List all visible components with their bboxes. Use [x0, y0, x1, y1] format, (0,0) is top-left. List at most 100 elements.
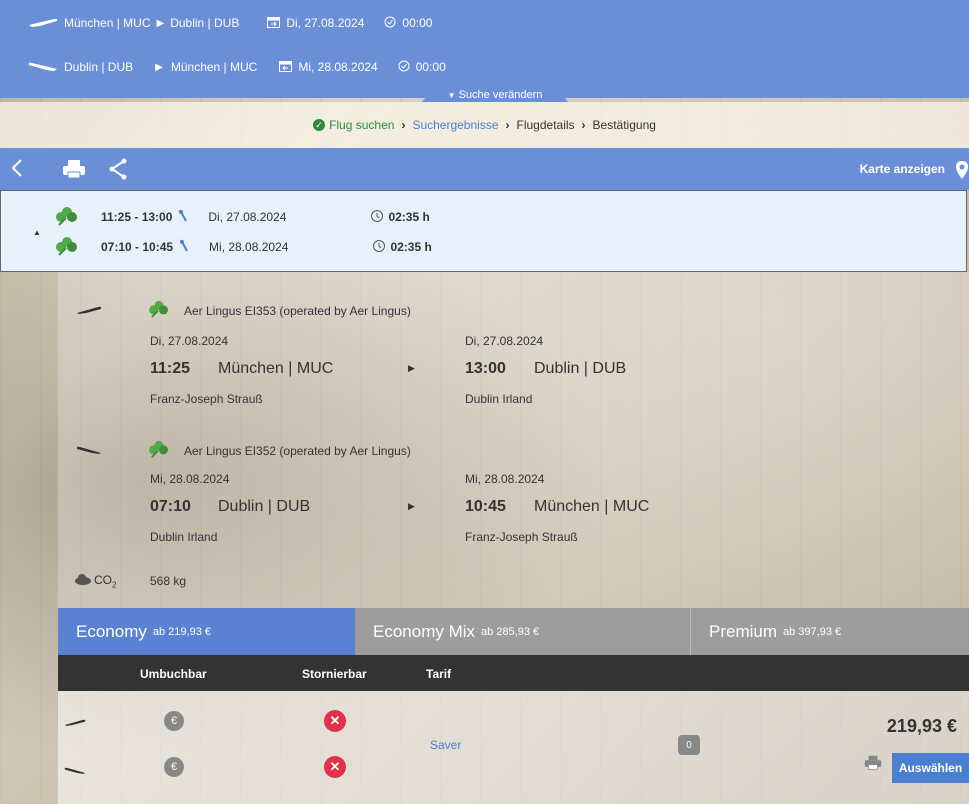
airline-flight: Aer Lingus EI352 (operated by Aer Lingus…	[184, 444, 411, 458]
map-pin-icon[interactable]	[955, 160, 969, 183]
step-results[interactable]: Suchergebnisse	[412, 118, 498, 132]
clock-icon	[384, 16, 396, 31]
baggage-icon: 0	[678, 735, 700, 755]
not-cancellable-icon: ✕	[324, 756, 346, 778]
arrival-airport-name: Franz-Joseph Strauß	[465, 530, 578, 544]
summary-date: Di, 27.08.2024	[208, 210, 287, 224]
pin-icon	[178, 209, 188, 226]
share-icon[interactable]	[108, 158, 128, 183]
plane-departure-icon	[64, 716, 86, 730]
departure-airport-name: Dublin Irland	[150, 530, 218, 544]
tab-economy-mix[interactable]: Economy Mix ab 285,93 €	[355, 608, 690, 655]
fare-tabs: Economy ab 219,93 € Economy Mix ab 285,9…	[58, 608, 969, 655]
tab-price: ab 219,93 €	[152, 625, 211, 638]
select-button[interactable]: Auswählen	[892, 753, 969, 783]
summary-date: Mi, 28.08.2024	[209, 240, 289, 254]
search-outbound-date: Di, 27.08.2024	[286, 16, 365, 30]
shamrock-icon	[55, 236, 79, 259]
tab-price: ab 397,93 €	[783, 625, 842, 638]
pin-icon	[179, 239, 189, 256]
arrival-airport: Dublin | DUB	[534, 360, 627, 377]
chevron-right-icon: ›	[581, 118, 586, 132]
plane-arrival-icon	[64, 764, 86, 778]
arrow-right-icon: ▶	[408, 501, 415, 511]
plane-arrival-icon	[28, 60, 58, 75]
fare-row[interactable]: € € ✕ ✕ Saver 0 219,93 € Auswählen	[58, 691, 969, 804]
step-details: Flugdetails	[516, 118, 575, 132]
arrow-right-icon: ▶	[155, 61, 163, 73]
arrival-date: Di, 27.08.2024	[465, 334, 544, 348]
tab-name: Premium	[709, 621, 778, 641]
search-inbound-to: München | MUC	[170, 60, 258, 74]
calendar-icon	[267, 16, 281, 31]
summary-times: 07:10 - 10:45	[101, 240, 174, 254]
step-search[interactable]: Flug suchen	[329, 118, 394, 132]
co2-label: CO2	[94, 573, 117, 590]
plane-arrival-icon	[76, 444, 102, 458]
departure-date: Di, 27.08.2024	[150, 334, 229, 348]
departure-date: Mi, 28.08.2024	[150, 472, 230, 486]
collapse-icon[interactable]: ▲	[33, 228, 41, 237]
history-icon	[370, 209, 384, 226]
plane-departure-icon	[28, 16, 58, 31]
arrival-date: Mi, 28.08.2024	[465, 472, 545, 486]
flight-details: Aer Lingus EI353 (operated by Aer Lingus…	[58, 272, 969, 608]
summary-row-outbound: 11:25 - 13:00 Di, 27.08.2024 02:35 h	[1, 206, 430, 229]
airline-flight: Aer Lingus EI353 (operated by Aer Lingus…	[184, 304, 411, 318]
fare-price: 219,93 €	[886, 716, 957, 736]
search-outbound-from: München | MUC	[64, 16, 151, 30]
euro-icon: €	[164, 711, 184, 731]
search-inbound-row: Dublin | DUB ▶ München | MUC Mi, 28.08.2…	[0, 50, 446, 84]
change-search-button[interactable]: ▼ Suche verändern	[422, 88, 568, 102]
departure-airport-name: Franz-Joseph Strauß	[150, 392, 263, 406]
change-search-label: Suche verändern	[458, 89, 543, 101]
check-icon: ✓	[313, 119, 326, 131]
departure-time: 11:25	[150, 360, 191, 377]
arrow-right-icon: ▶	[156, 17, 165, 29]
euro-icon: €	[164, 757, 184, 777]
arrival-airport-name: Dublin Irland	[465, 392, 533, 406]
tariff-name[interactable]: Saver	[430, 738, 461, 752]
cloud-icon	[74, 574, 92, 588]
show-map-link[interactable]: Karte anzeigen	[860, 162, 945, 176]
summary-row-inbound: 07:10 - 10:45 Mi, 28.08.2024 02:35 h	[1, 236, 432, 259]
tab-premium[interactable]: Premium ab 397,93 €	[690, 608, 969, 655]
search-inbound-from: Dublin | DUB	[64, 60, 134, 74]
flight-summary[interactable]: ▲ 11:25 - 13:00 Di, 27.08.2024 02:35 h 0…	[0, 190, 967, 272]
header-tariff: Tarif	[426, 667, 452, 681]
fare-table-header: Umbuchbar Stornierbar Tarif	[58, 655, 969, 691]
calendar-icon	[279, 60, 293, 75]
chevron-right-icon: ›	[401, 118, 406, 132]
not-cancellable-icon: ✕	[324, 710, 346, 732]
header-cancellable: Stornierbar	[302, 667, 367, 681]
arrival-time: 10:45	[465, 498, 506, 515]
tab-name: Economy	[76, 621, 147, 641]
back-icon[interactable]	[10, 157, 24, 182]
history-icon	[372, 239, 386, 256]
shamrock-icon	[55, 206, 79, 229]
tab-economy[interactable]: Economy ab 219,93 €	[58, 608, 355, 655]
print-icon[interactable]	[864, 755, 882, 773]
progress-steps: ✓ Flug suchen › Suchergebnisse › Flugdet…	[0, 102, 969, 148]
search-outbound-to: Dublin | DUB	[170, 16, 240, 30]
chevron-down-icon: ▼	[447, 91, 456, 100]
shamrock-icon	[148, 440, 170, 461]
tab-name: Economy Mix	[373, 621, 476, 641]
summary-duration: 02:35 h	[390, 240, 432, 254]
arrival-time: 13:00	[465, 360, 506, 377]
search-inbound-time: 00:00	[415, 60, 446, 74]
arrow-right-icon: ▶	[408, 363, 415, 373]
tab-price: ab 285,93 €	[481, 625, 540, 638]
shamrock-icon	[148, 300, 170, 321]
print-icon[interactable]	[62, 159, 86, 182]
departure-airport: München | MUC	[218, 360, 334, 377]
header-rebookable: Umbuchbar	[140, 667, 207, 681]
clock-icon	[398, 60, 410, 75]
arrival-airport: München | MUC	[534, 498, 650, 515]
search-outbound-time: 00:00	[402, 16, 433, 30]
summary-times: 11:25 - 13:00	[101, 210, 173, 224]
co2-value: 568 kg	[150, 574, 187, 588]
chevron-right-icon: ›	[505, 118, 510, 132]
summary-duration: 02:35 h	[388, 210, 430, 224]
departure-airport: Dublin | DUB	[218, 498, 311, 515]
